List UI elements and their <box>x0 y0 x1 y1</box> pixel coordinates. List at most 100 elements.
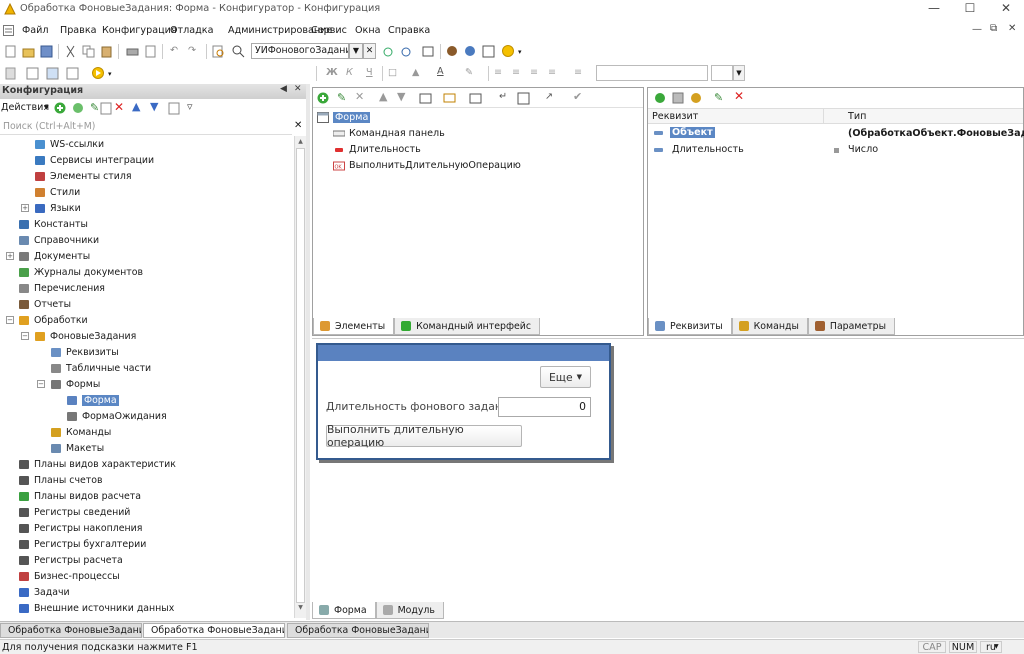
find-prev-icon[interactable] <box>400 45 413 58</box>
tree-item[interactable]: Макеты <box>50 440 104 456</box>
scroll-up-icon[interactable]: ▲ <box>296 138 305 148</box>
tree-item[interactable]: Задачи <box>18 584 70 600</box>
combo-clear-icon[interactable]: ✕ <box>363 43 376 59</box>
delete-icon[interactable]: ✕ <box>114 100 124 114</box>
element-item-command-panel[interactable]: Командная панель <box>333 126 445 140</box>
align-center-icon[interactable]: ≡ <box>512 67 520 78</box>
bold-icon[interactable]: Ж <box>326 67 338 78</box>
element-root[interactable]: Форма <box>317 110 371 124</box>
language-dropdown-icon[interactable]: ▼ <box>994 643 999 650</box>
tab-parameters[interactable]: Параметры <box>807 318 896 335</box>
tree-scrollbar[interactable]: ▲ ▼ <box>294 136 306 618</box>
panel-close-icon[interactable]: ✕ <box>294 84 302 94</box>
tree-item[interactable]: Команды <box>50 424 111 440</box>
tab-attributes[interactable]: Реквизиты <box>648 318 732 335</box>
element-item-duration[interactable]: Длительность <box>333 142 421 156</box>
search-icon[interactable] <box>232 45 245 58</box>
fill-color-icon[interactable]: ▲ <box>412 67 419 78</box>
config-search-input[interactable]: Поиск (Ctrl+Alt+M) <box>0 119 292 135</box>
add-attribute-icon[interactable] <box>654 92 667 105</box>
mdi-minimize-icon[interactable]: — <box>972 24 982 35</box>
find-next-icon[interactable] <box>382 45 395 58</box>
tab-commands[interactable]: Команды <box>731 318 808 335</box>
element-check-icon[interactable]: ✔ <box>573 90 582 103</box>
expand-toggle-icon[interactable]: − <box>21 332 29 340</box>
paste-icon[interactable] <box>100 45 113 58</box>
find-icon[interactable] <box>212 45 225 58</box>
tree-item[interactable]: WS-ссылки <box>34 136 104 152</box>
tree-item[interactable]: Форма <box>66 392 119 408</box>
tree-item[interactable]: ФормаОжидания <box>66 408 167 424</box>
combo-dropdown-icon[interactable]: ▼ <box>349 43 363 59</box>
element-group-icon[interactable] <box>469 92 482 105</box>
align-justify-icon[interactable]: ≡ <box>548 67 556 78</box>
designer-icon[interactable] <box>46 67 59 80</box>
duration-field[interactable]: 0 <box>498 397 591 417</box>
run-long-operation-button[interactable]: Выполнить длительную операцию <box>326 423 522 449</box>
element-resize-icon[interactable]: ↗ <box>545 91 553 102</box>
tree-item[interactable]: ФоновыеЗадания <box>34 328 136 344</box>
tree-item[interactable]: Внешние источники данных <box>18 600 174 616</box>
run-icon[interactable] <box>92 67 105 80</box>
tree-item[interactable]: Константы <box>18 216 88 232</box>
splitter[interactable] <box>306 84 310 620</box>
tree-item[interactable]: Журналы документов <box>18 264 143 280</box>
font-name-combo[interactable] <box>596 65 708 81</box>
syntax-check-icon[interactable] <box>482 45 495 58</box>
catalog-toolbar-icon[interactable] <box>66 67 79 80</box>
actions-dropdown-icon[interactable]: ▼ <box>44 104 49 111</box>
tree-item[interactable]: Обработки <box>18 312 88 328</box>
wrap-icon[interactable]: ≡ <box>574 67 582 78</box>
tree-item[interactable]: Документы <box>18 248 90 264</box>
expand-toggle-icon[interactable]: + <box>21 204 29 212</box>
tree-item[interactable]: Регистры накопления <box>18 520 142 536</box>
mdi-close-icon[interactable]: ✕ <box>1008 23 1016 34</box>
panel-pin-icon[interactable]: ◀ <box>280 84 287 94</box>
toolbar-dropdown-icon[interactable]: ▾ <box>518 48 522 56</box>
add-icon[interactable] <box>54 102 67 115</box>
debug-icon[interactable] <box>464 45 477 58</box>
element-chart-icon[interactable] <box>517 92 530 105</box>
tree-item[interactable]: Бизнес-процессы <box>18 568 120 584</box>
more-button[interactable]: Еще ▼ <box>540 366 591 388</box>
filter-icon[interactable]: ▿ <box>187 100 193 113</box>
delete-attribute-icon[interactable]: ✕ <box>734 89 744 103</box>
move-up-icon[interactable]: ▲ <box>132 100 140 113</box>
undo-icon[interactable]: ↶ <box>170 45 178 56</box>
expand-toggle-icon[interactable]: − <box>37 380 45 388</box>
new-icon[interactable] <box>4 45 17 58</box>
edit-icon[interactable]: ✎ <box>90 101 99 114</box>
font-size-combo[interactable] <box>711 65 733 81</box>
tree-item[interactable]: Отчеты <box>18 296 71 312</box>
help-icon[interactable] <box>502 45 515 58</box>
properties-icon[interactable] <box>100 102 113 115</box>
open-icon[interactable] <box>22 45 35 58</box>
copy-icon[interactable] <box>82 45 95 58</box>
tree-item[interactable]: Планы счетов <box>18 472 102 488</box>
minimize-button[interactable]: — <box>916 0 952 19</box>
tree-item[interactable]: Языки <box>34 200 81 216</box>
tree-item[interactable]: Формы <box>50 376 100 392</box>
border-icon[interactable]: □ <box>388 67 397 78</box>
col-type[interactable]: Тип <box>848 111 866 122</box>
tab-module[interactable]: Модуль <box>375 602 444 619</box>
actions-menu[interactable]: Действия <box>1 102 49 113</box>
cut-icon[interactable] <box>64 45 77 58</box>
highlight-icon[interactable]: ✎ <box>465 67 473 78</box>
tree-item[interactable]: Регистры расчета <box>18 552 123 568</box>
tab-elements[interactable]: Элементы <box>313 318 395 335</box>
menu-windows[interactable]: Окна <box>355 25 381 36</box>
add-nested-icon[interactable] <box>690 92 703 105</box>
redo-icon[interactable]: ↷ <box>188 45 196 56</box>
tree-item[interactable]: Регистры сведений <box>18 504 130 520</box>
menu-configuration[interactable]: Конфигурация <box>102 25 177 36</box>
add-element-icon[interactable] <box>317 92 330 105</box>
add-column-icon[interactable] <box>672 92 685 105</box>
search-combo[interactable]: УИФоновогоЗадания <box>251 43 349 59</box>
tree-item[interactable]: Стили <box>34 184 80 200</box>
search-clear-icon[interactable]: ✕ <box>294 120 302 131</box>
tree-item[interactable]: Сервисы интеграции <box>34 152 154 168</box>
element-up-icon[interactable]: ▲ <box>379 90 387 103</box>
tree-item[interactable]: Регистры бухгалтерии <box>18 536 146 552</box>
tree-item[interactable]: Элементы стиля <box>34 168 131 184</box>
